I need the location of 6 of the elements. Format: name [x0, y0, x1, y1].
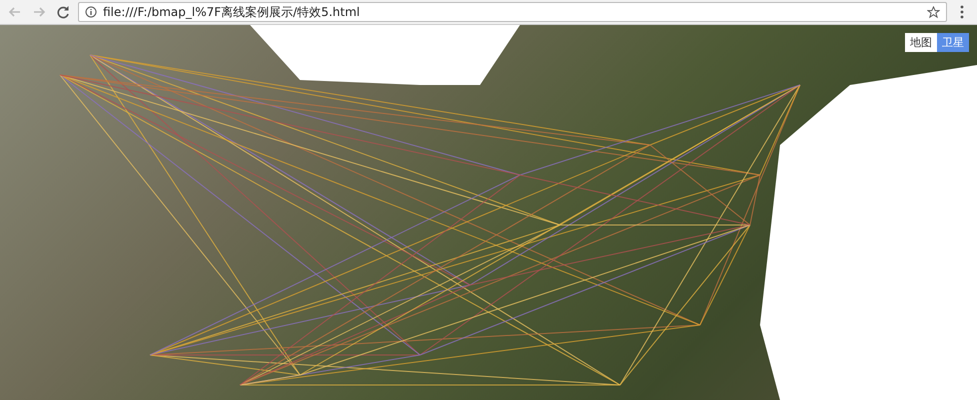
info-icon[interactable]: [85, 6, 97, 18]
url-text: file:///F:/bmap_l%7F离线案例展示/特效5.html: [103, 4, 360, 20]
address-bar[interactable]: file:///F:/bmap_l%7F离线案例展示/特效5.html: [78, 2, 947, 22]
satellite-map-image[interactable]: 地图 卫星: [0, 25, 977, 400]
map-type-tab[interactable]: 地图: [905, 33, 937, 52]
star-icon[interactable]: [927, 6, 940, 18]
